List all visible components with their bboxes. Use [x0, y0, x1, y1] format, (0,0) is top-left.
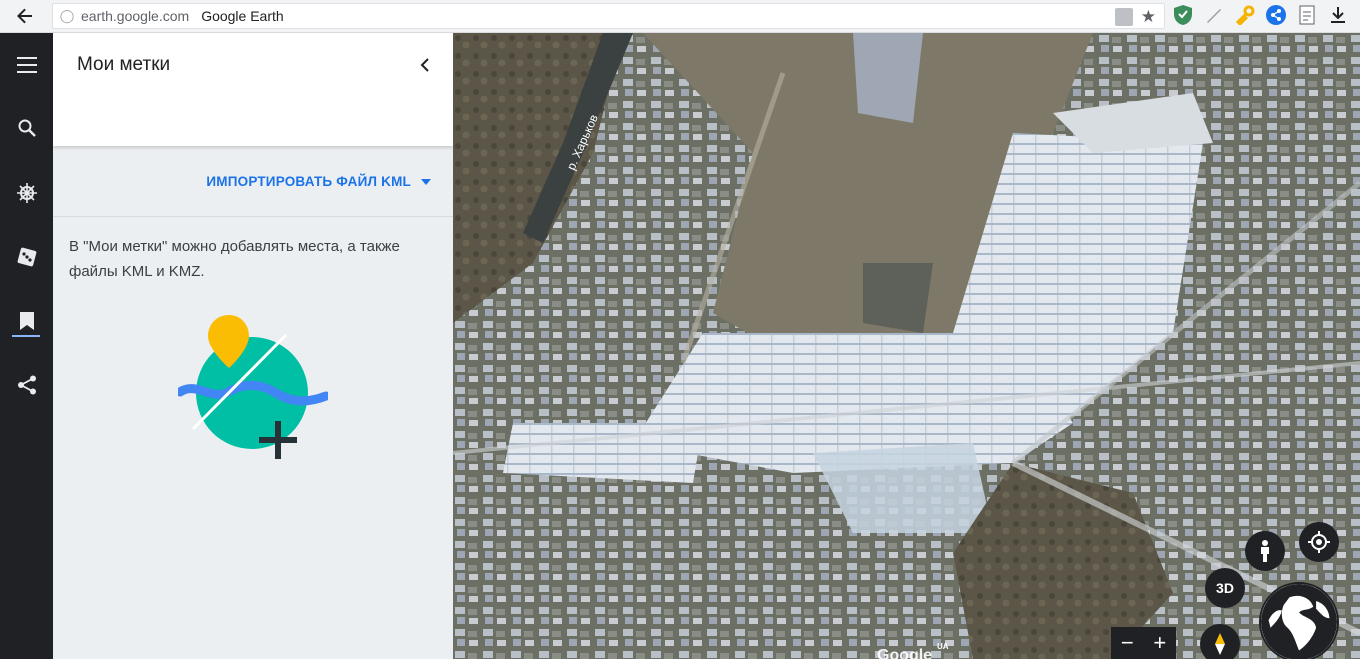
dropdown-arrow-icon — [421, 178, 431, 185]
collapse-panel-button[interactable] — [413, 53, 437, 77]
active-indicator — [12, 335, 40, 337]
left-rail — [0, 33, 53, 659]
compass-icon — [1215, 633, 1225, 655]
my-places-illustration — [178, 315, 328, 459]
toggle-3d-button[interactable]: 3D — [1205, 568, 1245, 608]
share-button[interactable] — [0, 365, 53, 405]
import-row: ИМПОРТИРОВАТЬ ФАЙЛ KML — [53, 146, 453, 217]
satellite-imagery: р. Харьков — [453, 33, 1360, 659]
download-icon[interactable] — [1327, 4, 1349, 26]
tracking-icon[interactable] — [1114, 8, 1133, 26]
url-host: earth.google.com — [81, 8, 190, 24]
share-icon — [17, 375, 36, 395]
search-button[interactable] — [0, 108, 53, 148]
search-icon — [18, 119, 36, 137]
star-icon[interactable]: ★ — [1141, 7, 1156, 27]
import-kml-button[interactable]: ИМПОРТИРОВАТЬ ФАЙЛ KML — [206, 174, 431, 189]
pegman-icon — [1261, 540, 1269, 562]
panel-header: Мои метки — [53, 33, 453, 146]
pen-extension-icon[interactable] — [1203, 4, 1225, 26]
share-extension-icon[interactable] — [1265, 4, 1287, 26]
browser-toolbar: ◯ earth.google.com Google Earth ★ — [0, 0, 1360, 33]
panel-description: В "Мои метки" можно добавлять места, а т… — [69, 238, 400, 280]
voyager-button[interactable] — [0, 173, 53, 213]
google-logo: Google — [877, 647, 933, 659]
my-location-button[interactable] — [1299, 522, 1339, 562]
country-code: UA — [937, 642, 949, 651]
zoom-controls: − + — [1111, 627, 1176, 659]
zoom-in-button[interactable]: + — [1144, 627, 1177, 659]
panel-title: Мои метки — [77, 54, 171, 75]
back-button[interactable] — [0, 0, 50, 33]
page-title-in-omnibox: Google Earth — [201, 8, 284, 24]
key-extension-icon[interactable] — [1234, 4, 1256, 26]
globe-icon — [1261, 584, 1337, 659]
address-bar[interactable]: ◯ earth.google.com Google Earth ★ — [52, 3, 1165, 29]
arrow-left-icon — [17, 8, 32, 24]
globe-button[interactable] — [1259, 582, 1339, 659]
target-icon — [1308, 531, 1330, 553]
menu-icon — [16, 57, 37, 73]
shield-extension-icon[interactable] — [1172, 4, 1194, 26]
satellite-map[interactable]: р. Харьков 3D − + Google UA — [453, 33, 1360, 659]
zoom-out-button[interactable]: − — [1111, 627, 1144, 659]
bookmark-icon — [19, 312, 34, 330]
chevron-left-icon — [420, 58, 429, 72]
import-kml-label: ИМПОРТИРОВАТЬ ФАЙЛ KML — [206, 174, 411, 189]
info-icon[interactable]: ◯ — [53, 8, 81, 24]
dice-icon — [17, 247, 36, 267]
menu-button[interactable] — [0, 45, 53, 85]
ship-wheel-icon — [16, 183, 37, 203]
street-view-button[interactable] — [1245, 531, 1285, 571]
my-places-panel: Мои метки ИМПОРТИРОВАТЬ ФАЙЛ KML В "Мои … — [53, 33, 453, 659]
feeling-lucky-button[interactable] — [0, 237, 53, 277]
compass-button[interactable] — [1200, 624, 1240, 659]
document-extension-icon[interactable] — [1296, 4, 1318, 26]
